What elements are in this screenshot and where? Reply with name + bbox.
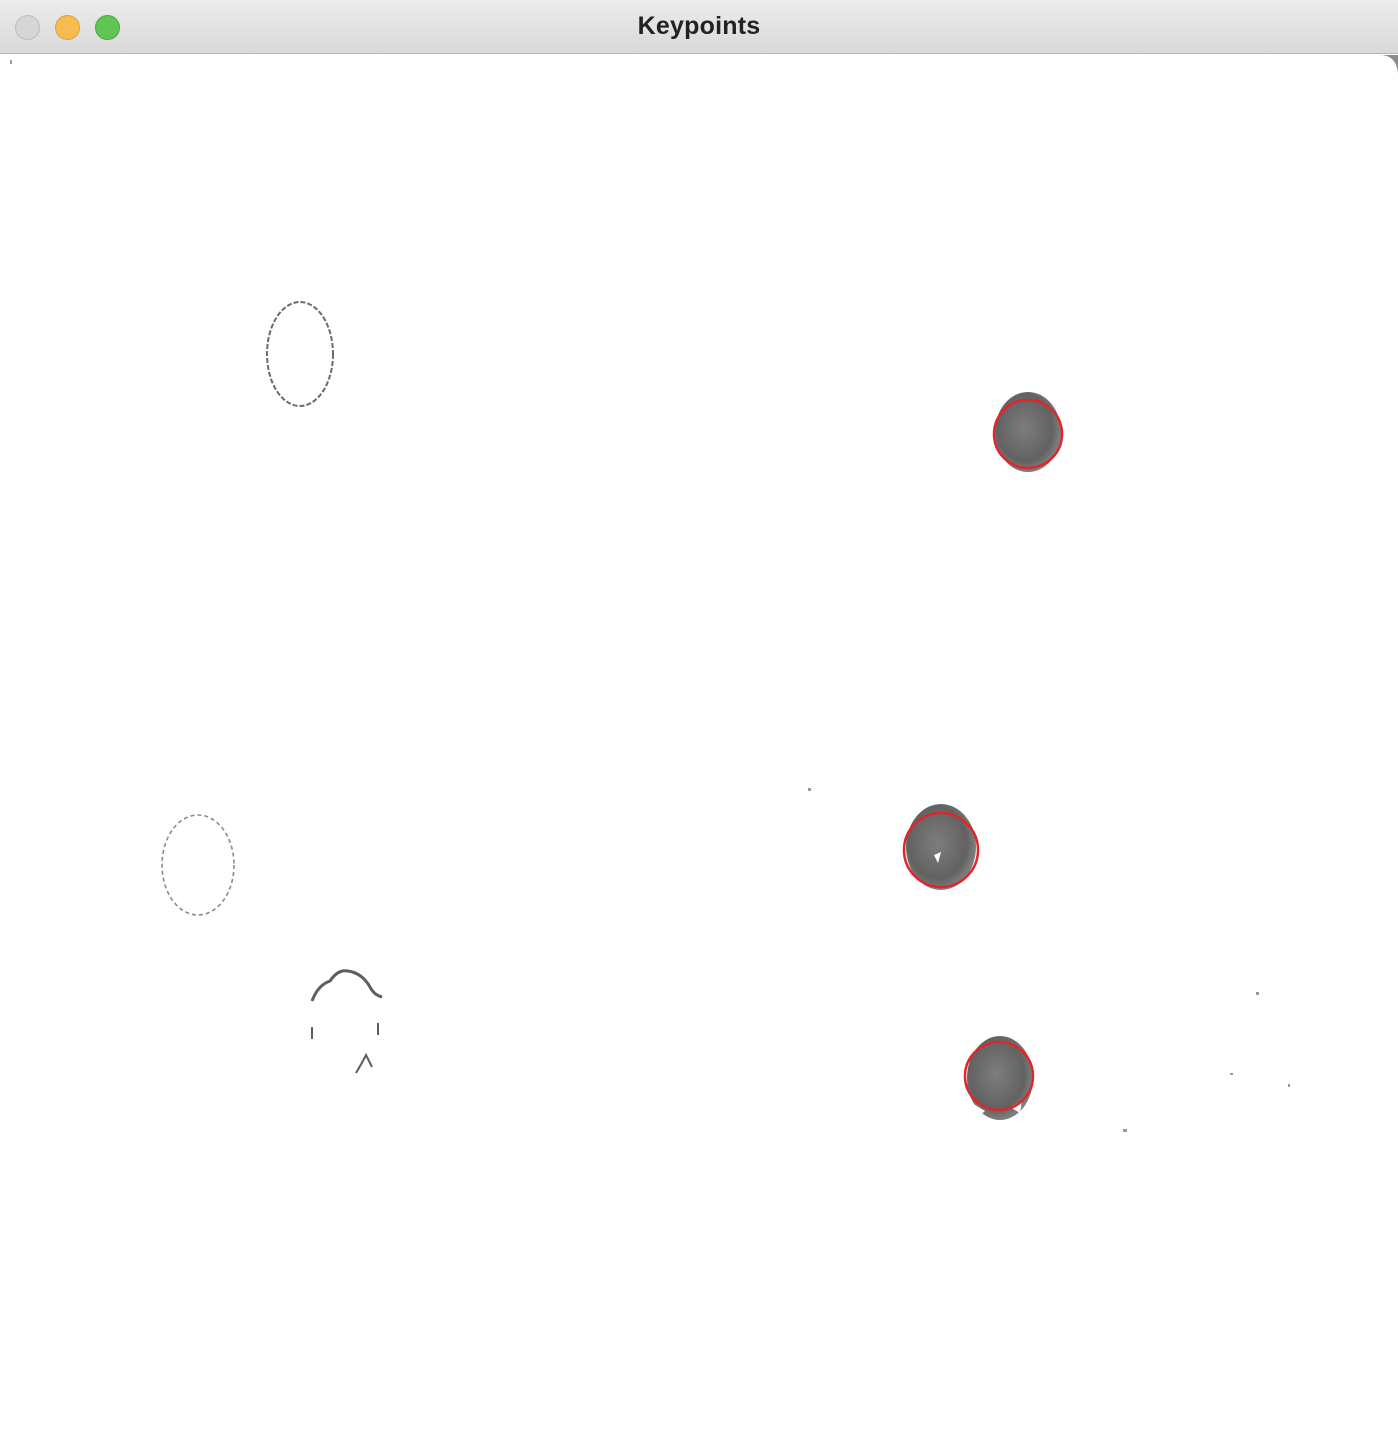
- keypoints-window: Keypoints: [0, 0, 1398, 1454]
- keypoints-image: [10, 60, 1290, 1132]
- image-canvas[interactable]: [0, 55, 1398, 1454]
- outline-blob-2: [161, 814, 235, 916]
- keypoint-blob-1: [992, 392, 1064, 472]
- window-titlebar[interactable]: Keypoints: [0, 0, 1398, 54]
- keypoint-blob-3: [963, 1036, 1035, 1120]
- partial-blob-3: [310, 969, 383, 1074]
- noise-specks: [10, 60, 1290, 1132]
- resize-corner-icon: [1380, 55, 1398, 73]
- outline-blob-1: [266, 301, 334, 407]
- keypoint-blob-2: [902, 804, 980, 890]
- window-title: Keypoints: [637, 12, 761, 40]
